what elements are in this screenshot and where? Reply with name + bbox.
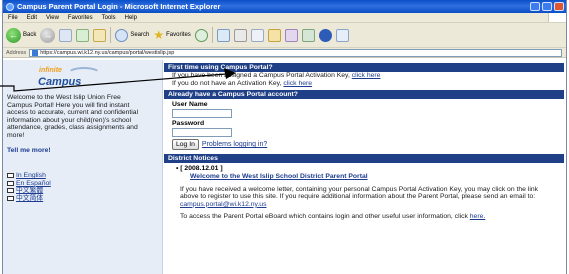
- menu-view[interactable]: View: [46, 15, 59, 21]
- info-icon[interactable]: [318, 28, 332, 42]
- no-activation-key-link[interactable]: click here: [283, 80, 312, 87]
- maximize-icon[interactable]: [542, 2, 552, 11]
- address-input[interactable]: https://campus.wi.k12.ny.us/campus/porta…: [29, 48, 562, 57]
- email-link[interactable]: campus.portal@wi.k12.ny.us: [180, 201, 266, 208]
- language-label: In English: [16, 172, 46, 179]
- search-label: Search: [130, 32, 150, 38]
- toolbar: ← Back → Search ★ Favorites: [3, 23, 566, 48]
- print-icon[interactable]: [233, 28, 247, 42]
- login-row: Log In Problems logging in?: [164, 139, 566, 150]
- menu-favorites[interactable]: Favorites: [68, 15, 93, 21]
- language-english[interactable]: In English: [7, 172, 162, 180]
- first-time-header: First time using Campus Portal?: [164, 63, 564, 72]
- favorites-star-icon: ★: [153, 28, 165, 42]
- menu-help[interactable]: Help: [125, 15, 137, 21]
- history-icon[interactable]: [194, 28, 208, 42]
- account-header: Already have a Campus Portal account?: [164, 90, 564, 99]
- notice-date-text: [ 2008.12.01 ]: [180, 165, 223, 172]
- forward-arrow-icon: →: [40, 27, 56, 43]
- close-icon[interactable]: [554, 2, 564, 11]
- favorites-label: Favorites: [166, 32, 191, 38]
- language-label: 中文繁體: [16, 187, 44, 195]
- address-bar: Address https://campus.wi.k12.ny.us/camp…: [3, 48, 566, 58]
- page-icon: [32, 49, 39, 56]
- back-label: Back: [23, 32, 37, 38]
- title-bar: Campus Parent Portal Login - Microsoft I…: [3, 0, 566, 13]
- forward-button[interactable]: →: [40, 27, 56, 43]
- menu-file[interactable]: File: [8, 15, 18, 21]
- username-input[interactable]: [172, 109, 232, 118]
- language-flag-icon: [7, 196, 14, 202]
- favorites-button[interactable]: ★ Favorites: [153, 28, 190, 42]
- language-traditional-chinese[interactable]: 中文繁體: [7, 187, 162, 195]
- password-label: Password: [172, 120, 205, 127]
- language-list: In English En Español 中文繁體 中文简体: [7, 172, 162, 202]
- language-label: 中文简体: [16, 194, 44, 202]
- extras-icon[interactable]: [335, 28, 349, 42]
- window-title: Campus Parent Portal Login - Microsoft I…: [17, 2, 221, 11]
- windows-logo-icon: [548, 13, 566, 22]
- username-label: User Name: [172, 101, 208, 108]
- language-simplified-chinese[interactable]: 中文简体: [7, 195, 162, 203]
- address-url: https://campus.wi.k12.ny.us/campus/porta…: [40, 49, 175, 56]
- menu-tools[interactable]: Tools: [102, 15, 116, 21]
- notice-paragraph-1-text: If you have received a welcome letter, c…: [180, 186, 539, 201]
- messenger-icon[interactable]: [284, 28, 298, 42]
- research-icon[interactable]: [301, 28, 315, 42]
- logo-main-text: Campus: [38, 76, 82, 88]
- language-flag-icon: [7, 188, 14, 194]
- folder-icon[interactable]: [267, 28, 281, 42]
- sidebar: infinite Campus Welcome to the West Isli…: [3, 60, 163, 274]
- activation-key-line: If you have been assigned a Campus Porta…: [164, 72, 566, 80]
- browser-window: Campus Parent Portal Login - Microsoft I…: [2, 0, 567, 274]
- main-panel: First time using Campus Portal? If you h…: [164, 60, 566, 274]
- refresh-icon[interactable]: [76, 28, 90, 42]
- back-button[interactable]: ← Back: [6, 27, 37, 43]
- mail-icon[interactable]: [216, 28, 230, 42]
- language-flag-icon: [7, 173, 14, 179]
- menu-edit[interactable]: Edit: [27, 15, 37, 21]
- window-controls: [530, 2, 566, 11]
- notice-paragraph-2: To access the Parent Portal eBoard which…: [164, 213, 566, 220]
- search-button[interactable]: Search: [115, 28, 150, 42]
- menu-bar: File Edit View Favorites Tools Help: [3, 13, 566, 23]
- page-content: infinite Campus Welcome to the West Isli…: [3, 60, 566, 274]
- login-button[interactable]: Log In: [172, 139, 199, 150]
- language-flag-icon: [7, 180, 14, 186]
- logo-top-text: infinite: [39, 67, 62, 74]
- home-icon[interactable]: [93, 28, 107, 42]
- problems-logging-in-link[interactable]: Problems logging in?: [202, 141, 267, 148]
- district-notices-header: District Notices: [164, 154, 564, 163]
- notice-title-link[interactable]: Welcome to the West Islip School Distric…: [164, 173, 566, 181]
- tell-me-more-link[interactable]: Tell me more!: [7, 147, 162, 154]
- no-activation-key-line: If you do not have an Activation Key, cl…: [164, 80, 566, 88]
- address-label: Address: [6, 49, 27, 56]
- edit-icon[interactable]: [250, 28, 264, 42]
- activation-key-link[interactable]: click here: [352, 72, 381, 79]
- notice-date: • [ 2008.12.01 ]: [176, 165, 223, 172]
- password-input[interactable]: [172, 128, 232, 137]
- notice-paragraph-2-text: To access the Parent Portal eBoard which…: [180, 213, 470, 221]
- eboard-link[interactable]: here.: [470, 213, 486, 220]
- campus-logo: infinite Campus: [31, 64, 162, 90]
- welcome-text: Welcome to the West Islip Union Free Cam…: [7, 94, 139, 139]
- notice-paragraph-1: If you have received a welcome letter, c…: [164, 186, 566, 208]
- activation-key-text: If you have been assigned a Campus Porta…: [172, 72, 352, 79]
- ie-icon: [6, 2, 14, 11]
- toolbar-separator: [211, 27, 213, 43]
- stop-icon[interactable]: [59, 28, 73, 42]
- toolbar-separator: [110, 27, 112, 43]
- back-arrow-icon: ←: [6, 27, 21, 43]
- no-activation-key-text: If you do not have an Activation Key,: [172, 80, 284, 87]
- minimize-icon[interactable]: [530, 2, 540, 11]
- search-icon: [115, 28, 129, 42]
